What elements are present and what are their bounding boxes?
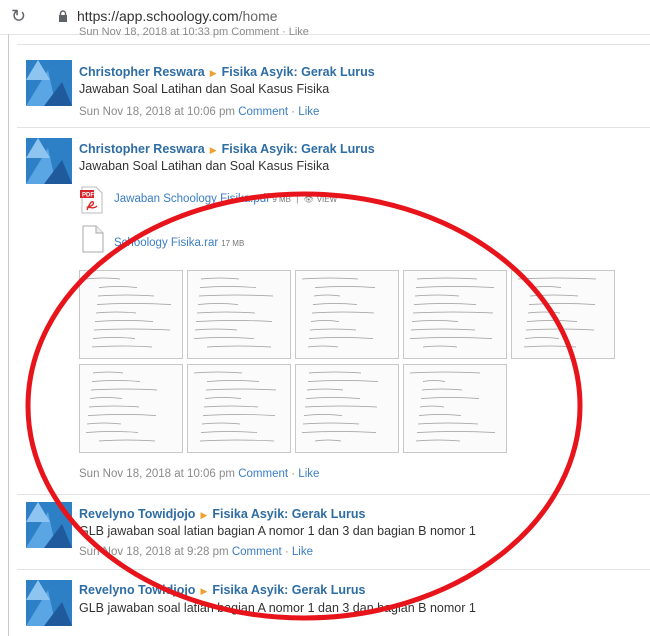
red-ellipse-annotation xyxy=(25,191,583,621)
